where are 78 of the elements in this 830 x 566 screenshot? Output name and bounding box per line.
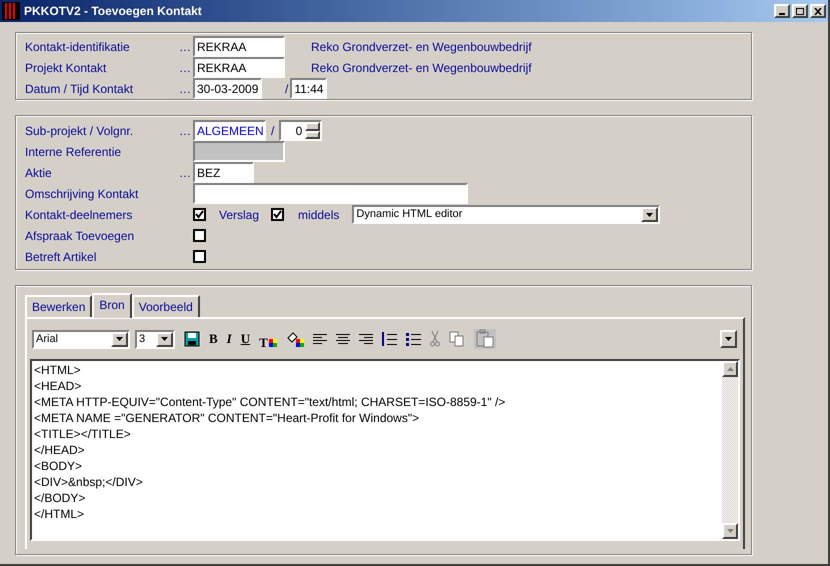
input-field[interactable]: REKRAA [193, 57, 285, 78]
caret-icon [646, 212, 654, 216]
dropdown-button[interactable] [111, 332, 128, 346]
bullet-list-icon[interactable] [406, 332, 422, 346]
bold-button[interactable]: B [209, 329, 218, 349]
maximize-button[interactable] [792, 4, 808, 18]
field-label: Sub-projekt / Volgnr. [25, 122, 134, 140]
underline-button[interactable]: U [240, 329, 250, 349]
checkbox[interactable] [193, 250, 206, 263]
lookup-dots[interactable]: … [179, 80, 191, 98]
editor-dropdown[interactable]: Dynamic HTML editor [352, 205, 660, 224]
align-right-icon[interactable] [359, 333, 374, 345]
tab[interactable]: Voorbeeld [132, 295, 200, 317]
lookup-dots[interactable]: … [179, 164, 191, 182]
text-color-button[interactable]: T [259, 331, 278, 347]
code-line: <BODY> [34, 458, 84, 474]
field-label: Omschrijving Kontakt [25, 186, 140, 202]
input-field[interactable]: REKRAA [193, 36, 285, 57]
toolbar-menu-button[interactable] [720, 330, 737, 348]
minimize-button[interactable] [774, 4, 790, 18]
checkbox[interactable] [271, 208, 284, 221]
time-field[interactable]: 11:44 [290, 78, 328, 99]
code-line: <TITLE></TITLE> [34, 426, 132, 442]
input-field[interactable]: BEZ [193, 162, 254, 183]
field-label: Projekt Kontakt [25, 60, 108, 76]
checkbox[interactable] [193, 229, 206, 242]
italic-button[interactable]: I [226, 329, 232, 349]
caret-icon [161, 337, 168, 341]
field-label: Datum / Tijd Kontakt [25, 80, 134, 98]
number-spinner[interactable]: 0 [279, 120, 322, 141]
caret-icon [116, 337, 123, 341]
input-field[interactable] [193, 183, 468, 204]
field-label: Aktie [25, 164, 53, 182]
dropdown-button[interactable] [156, 332, 173, 346]
fill-color-icon[interactable] [286, 331, 304, 347]
size-dropdown[interactable]: 3 [135, 330, 175, 348]
description-text: Reko Grondverzet- en Wegenbouwbedrijf [311, 38, 532, 56]
app-icon [2, 2, 20, 20]
source-editor[interactable] [30, 359, 740, 541]
code-line: <HEAD> [34, 378, 82, 394]
code-line: <HTML> [34, 362, 82, 378]
code-line: <META NAME ="GENERATOR" CONTENT="Heart-Profit for Windows"> [34, 410, 420, 426]
input-field[interactable]: ALGEMEEN [193, 120, 266, 141]
tab[interactable]: Bron [92, 293, 132, 318]
numbered-list-icon[interactable] [382, 332, 398, 346]
field-label: Afspraak Toevoegen [25, 228, 136, 244]
maximize-icon [796, 8, 804, 14]
scrollbar[interactable] [722, 361, 738, 539]
lookup-dots[interactable]: … [179, 38, 191, 56]
via-label: middels [298, 206, 340, 224]
date-field[interactable]: 30-03-2009 [193, 78, 262, 99]
report-label: Verslag [219, 206, 260, 224]
window-title: PKKOTV2 - Toevoegen Kontakt [24, 3, 202, 20]
code-line: <DIV>&nbsp;</DIV> [34, 474, 144, 490]
lookup-dots[interactable]: … [179, 122, 191, 140]
separator-text: / [271, 122, 274, 140]
save-icon[interactable] [184, 331, 200, 347]
dropdown-button[interactable] [641, 207, 658, 222]
caret-icon [725, 337, 732, 341]
font-dropdown[interactable]: Arial [32, 330, 130, 348]
separator-text: / [285, 80, 288, 98]
close-icon [814, 8, 822, 14]
field-label: Kontakt-deelnemers [25, 206, 134, 224]
code-line: <META HTTP-EQUIV="Content-Type" CONTENT="text/html; CHARSET=ISO-8859-1" /> [34, 394, 506, 410]
field-label: Kontakt-identifikatie [25, 38, 131, 56]
code-line: </BODY> [34, 490, 86, 506]
field-label: Betreft Artikel [25, 248, 98, 266]
lookup-dots[interactable]: … [179, 58, 191, 76]
align-left-icon[interactable] [313, 333, 328, 345]
close-button[interactable] [810, 4, 826, 18]
down-arrow-icon [726, 529, 734, 533]
align-center-icon[interactable] [336, 333, 350, 345]
up-arrow-icon [726, 367, 734, 371]
code-line: </HTML> [34, 506, 86, 522]
description-text: Reko Grondverzet- en Wegenbouwbedrijf [311, 60, 532, 76]
field-label: Interne Referentie [25, 144, 122, 160]
code-line: </HEAD> [34, 442, 86, 458]
checkbox[interactable] [193, 208, 206, 221]
